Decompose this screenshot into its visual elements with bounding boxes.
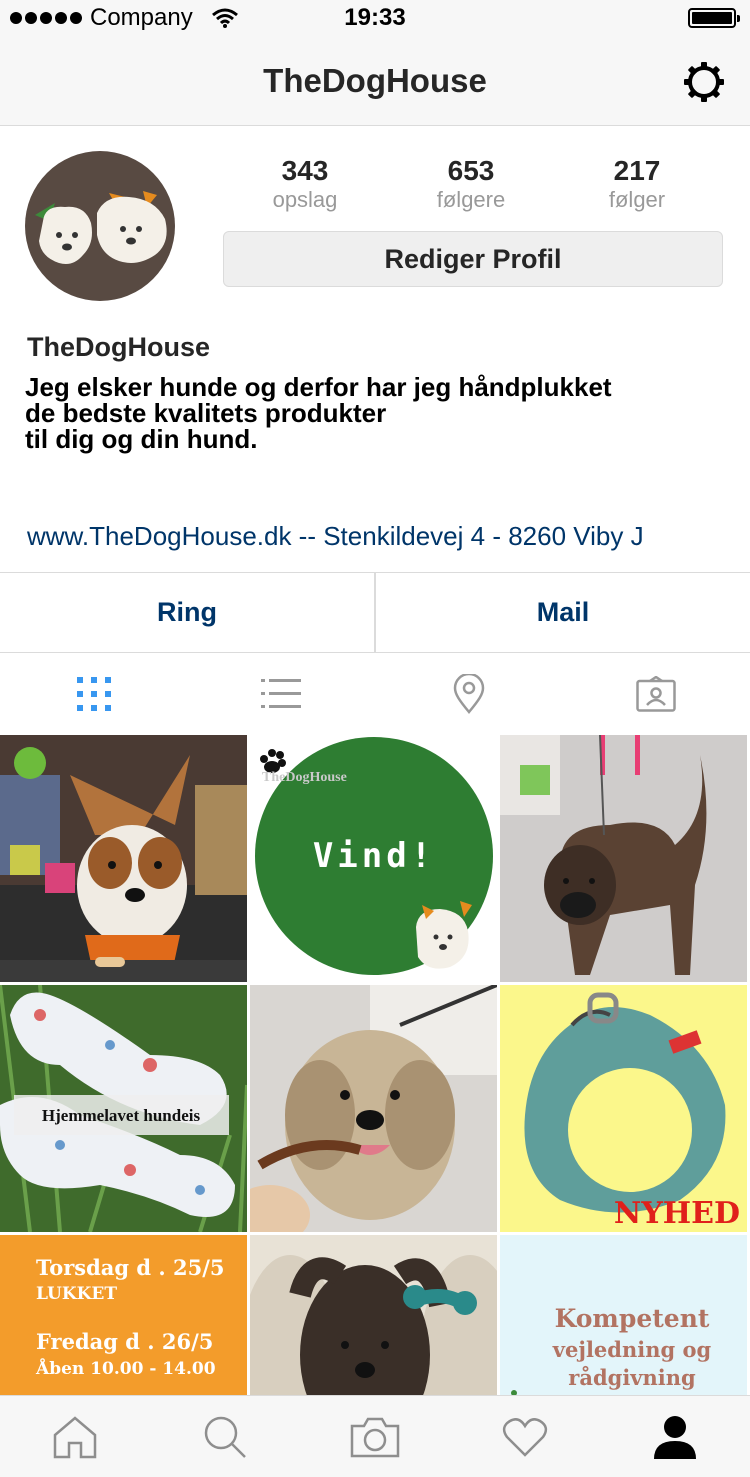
dog-treat-photo: Hjemmelavet hundeis bbox=[0, 985, 247, 1232]
opening-hours-graphic: Torsdag d . 25/5 LUKKET Fredag d . 26/5 … bbox=[0, 1235, 247, 1395]
profile-icon bbox=[654, 1415, 696, 1459]
stat-label: følger bbox=[608, 187, 666, 212]
post-text-line: LUKKET bbox=[36, 1284, 117, 1304]
post-text-line: Fredag d . 26/5 bbox=[36, 1329, 213, 1354]
puppy-photo bbox=[250, 1235, 497, 1395]
post-caption: Hjemmelavet hundeis bbox=[42, 1106, 201, 1125]
page-title: TheDogHouse bbox=[263, 62, 487, 99]
website-link[interactable]: www.TheDogHouse.dk -- Stenkildevej 4 - 8… bbox=[27, 521, 644, 552]
tab-home[interactable] bbox=[0, 1396, 150, 1477]
tab-grid[interactable] bbox=[0, 653, 188, 735]
dog-photo bbox=[500, 735, 747, 982]
post-text-line: Åben 10.00 - 14.00 bbox=[35, 1357, 216, 1379]
tab-search[interactable] bbox=[150, 1396, 300, 1477]
post-thumbnail[interactable]: NYHED bbox=[500, 985, 747, 1232]
avatar[interactable] bbox=[25, 151, 175, 301]
contest-graphic: TheDogHouse Vind! bbox=[250, 735, 497, 982]
post-text-line: vejledning og bbox=[552, 1337, 712, 1362]
list-icon bbox=[261, 679, 302, 708]
tagged-photos-icon bbox=[636, 676, 676, 712]
stat-label: opslag bbox=[272, 187, 338, 212]
post-thumbnail[interactable] bbox=[500, 735, 747, 982]
post-text-line: Torsdag d . 25/5 bbox=[36, 1255, 225, 1280]
mail-button[interactable]: Mail bbox=[376, 573, 750, 652]
post-text-line: rådgivning bbox=[568, 1365, 696, 1390]
call-button[interactable]: Ring bbox=[0, 573, 376, 652]
tab-location[interactable] bbox=[375, 653, 563, 735]
heart-icon bbox=[502, 1417, 548, 1457]
home-icon bbox=[53, 1415, 97, 1458]
profile-stats: 343 opslag 653 følgere 217 følger bbox=[222, 155, 722, 213]
view-tabs bbox=[0, 653, 750, 735]
post-logo-text: TheDogHouse bbox=[262, 770, 347, 785]
dog-photo bbox=[250, 985, 497, 1232]
status-bar: Company 19:33 bbox=[0, 0, 750, 36]
tab-list[interactable] bbox=[188, 653, 376, 735]
post-thumbnail[interactable] bbox=[250, 1235, 497, 1395]
stat-followers[interactable]: 653 følgere bbox=[388, 155, 554, 213]
tab-profile[interactable] bbox=[600, 1396, 750, 1477]
tab-camera[interactable] bbox=[300, 1396, 450, 1477]
gear-icon[interactable] bbox=[682, 60, 726, 104]
stat-value: 343 bbox=[281, 155, 329, 186]
dog-photo bbox=[0, 735, 247, 982]
edit-profile-button[interactable]: Rediger Profil bbox=[223, 231, 723, 287]
grid-icon bbox=[76, 677, 111, 711]
post-thumbnail[interactable] bbox=[0, 735, 247, 982]
stat-following[interactable]: 217 følger bbox=[554, 155, 720, 213]
post-thumbnail[interactable]: Kompetent vejledning og rådgivning bbox=[500, 1235, 747, 1395]
battery-icon bbox=[688, 8, 740, 28]
search-icon bbox=[204, 1416, 246, 1458]
stat-label: følgere bbox=[436, 187, 506, 212]
camera-icon bbox=[350, 1417, 400, 1457]
advice-graphic: Kompetent vejledning og rådgivning bbox=[500, 1235, 747, 1395]
post-headline: Vind! bbox=[313, 836, 435, 876]
tab-tagged[interactable] bbox=[563, 653, 750, 735]
bottom-tab-bar bbox=[0, 1395, 750, 1477]
profile-username: TheDogHouse bbox=[27, 332, 211, 362]
post-thumbnail[interactable]: Torsdag d . 25/5 LUKKET Fredag d . 26/5 … bbox=[0, 1235, 247, 1395]
post-text-line: Kompetent bbox=[555, 1304, 710, 1333]
bio-line: Jeg elsker hunde og derfor har jeg håndp… bbox=[25, 372, 612, 402]
stat-value: 653 bbox=[447, 155, 495, 186]
contact-bar: Ring Mail bbox=[0, 572, 750, 653]
post-thumbnail[interactable] bbox=[250, 985, 497, 1232]
product-badge: NYHED bbox=[614, 1196, 740, 1231]
nav-bar: TheDogHouse bbox=[0, 36, 750, 126]
clock: 19:33 bbox=[344, 4, 406, 31]
posts-grid: TheDogHouse Vind! Hjemmelavet hundeis NY… bbox=[0, 735, 750, 1395]
profile-bio: Jeg elsker hunde og derfor har jeg håndp… bbox=[25, 374, 725, 452]
bio-line: til dig og din hund. bbox=[25, 424, 258, 454]
post-thumbnail[interactable]: Hjemmelavet hundeis bbox=[0, 985, 247, 1232]
harness-product-photo: NYHED bbox=[500, 985, 747, 1232]
post-thumbnail[interactable]: TheDogHouse Vind! bbox=[250, 735, 497, 982]
stat-posts[interactable]: 343 opslag bbox=[222, 155, 388, 213]
location-pin-icon bbox=[453, 674, 485, 714]
dog-logo-icon bbox=[35, 191, 167, 264]
stat-value: 217 bbox=[613, 155, 661, 186]
bio-line: de bedste kvalitets produkter bbox=[25, 398, 387, 428]
tab-activity[interactable] bbox=[450, 1396, 600, 1477]
